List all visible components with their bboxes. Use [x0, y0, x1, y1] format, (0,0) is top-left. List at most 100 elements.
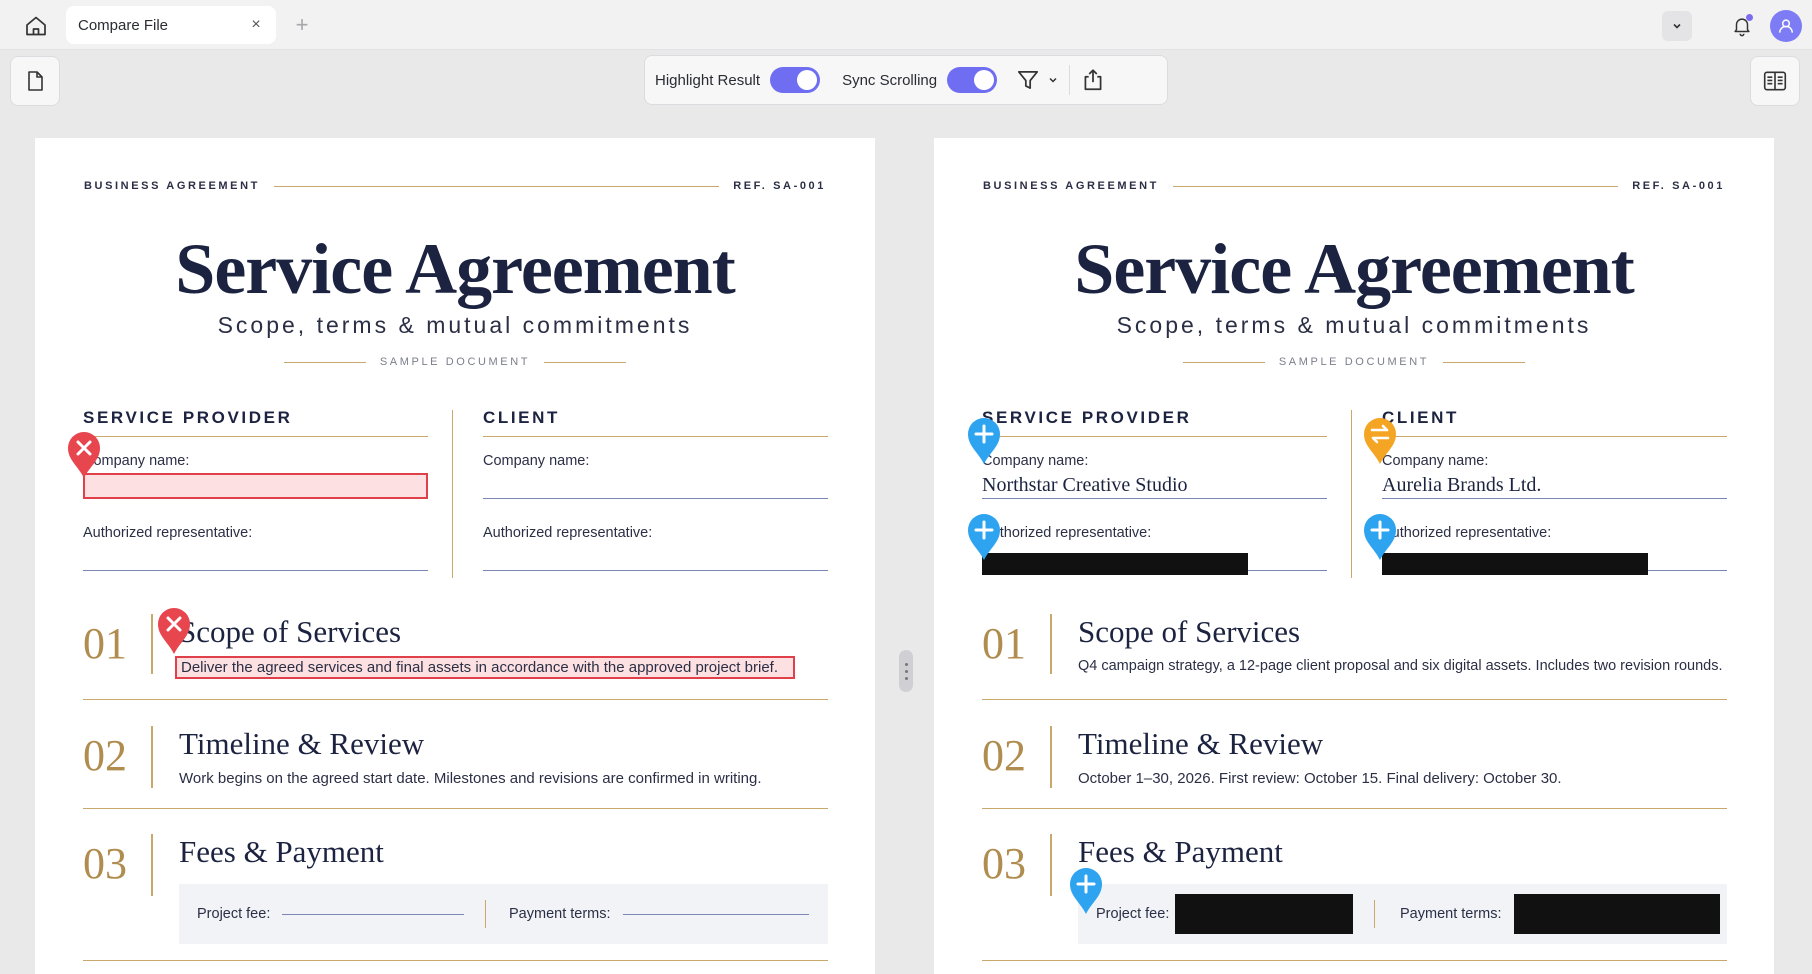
changed-marker[interactable]	[1360, 414, 1400, 466]
home-icon	[26, 16, 46, 36]
added-marker[interactable]	[964, 414, 1004, 466]
rule	[1443, 361, 1525, 363]
section-number: 02	[982, 731, 1026, 780]
swap-pin-icon	[1364, 418, 1396, 464]
section-number: 01	[982, 619, 1026, 668]
section-number: 03	[982, 839, 1026, 888]
section-bar	[151, 726, 153, 788]
service-provider-block: SERVICE PROVIDER Company name: Authorize…	[83, 408, 428, 571]
sync-scrolling-toggle[interactable]	[947, 67, 998, 93]
header-label: BUSINESS AGREEMENT	[84, 180, 260, 192]
authorized-rep-field	[483, 545, 828, 571]
toggle-knob	[797, 70, 818, 90]
user-avatar[interactable]	[1770, 10, 1802, 42]
new-tab-button[interactable]: +	[290, 12, 314, 38]
party-divider	[452, 410, 453, 578]
company-name-value: Northstar Creative Studio	[982, 473, 1327, 499]
section-bar	[151, 614, 153, 674]
deleted-marker[interactable]	[64, 428, 104, 480]
notifications-button[interactable]	[1726, 10, 1758, 42]
header-ref: REF. SA-001	[733, 180, 826, 192]
section-number: 03	[83, 839, 127, 888]
section-bar	[1050, 834, 1052, 896]
authorized-rep-label: Authorized representative:	[1382, 525, 1552, 541]
section-bar	[1050, 614, 1052, 674]
added-marker[interactable]	[1360, 510, 1400, 562]
compare-toolbar: Highlight Result Sync Scrolling	[644, 55, 1168, 105]
highlight-result-label: Highlight Result	[655, 71, 761, 89]
party-divider	[1351, 410, 1352, 578]
rule	[1183, 361, 1265, 363]
document-header: BUSINESS AGREEMENT REF. SA-001	[983, 180, 1725, 192]
sample-label-row: SAMPLE DOCUMENT	[270, 356, 640, 368]
share-icon	[1084, 69, 1102, 91]
section-bar	[1050, 726, 1052, 788]
authorized-rep-field	[982, 545, 1327, 575]
party-title: SERVICE PROVIDER	[83, 408, 428, 437]
section-01: 01 Scope of Services Deliver the agreed …	[83, 608, 828, 700]
sample-label: SAMPLE DOCUMENT	[1278, 356, 1430, 368]
header-ref: REF. SA-001	[1632, 180, 1725, 192]
section-title: Fees & Payment	[179, 834, 384, 869]
grip-dot	[904, 676, 908, 680]
project-fee-line	[282, 913, 465, 915]
added-marker[interactable]	[964, 510, 1004, 562]
section-body: Work begins on the agreed start date. Mi…	[179, 770, 762, 787]
highlight-result-toggle[interactable]	[770, 67, 821, 93]
tab-compare-file[interactable]: Compare File ×	[66, 6, 276, 44]
filter-icon	[1018, 71, 1039, 89]
header-label: BUSINESS AGREEMENT	[983, 180, 1159, 192]
party-title: CLIENT	[1382, 408, 1727, 437]
payment-terms-label: Payment terms:	[509, 906, 611, 922]
title-bar: Compare File × +	[0, 0, 1812, 50]
deleted-marker[interactable]	[154, 604, 194, 656]
plus-pin-icon	[1070, 868, 1102, 914]
authorized-rep-label: Authorized representative:	[483, 525, 653, 541]
company-name-label: Company name:	[1382, 453, 1489, 469]
service-provider-block: SERVICE PROVIDER Company name: Northstar…	[982, 408, 1327, 575]
fee-divider	[485, 900, 486, 928]
grip-dot	[904, 662, 908, 666]
plus-pin-icon	[1364, 514, 1396, 560]
chevron-down-icon	[1049, 77, 1057, 83]
client-block: CLIENT Company name: Aurelia Brands Ltd.…	[1382, 408, 1727, 575]
original-document: BUSINESS AGREEMENT REF. SA-001 Service A…	[35, 138, 875, 974]
authorized-rep-label: Authorized representative:	[982, 525, 1152, 541]
client-block: CLIENT Company name: Authorized represen…	[483, 408, 828, 571]
document-title: Service Agreement	[1074, 229, 1634, 309]
section-body: Q4 campaign strategy, a 12-page client p…	[1078, 658, 1723, 674]
company-name-value: Aurelia Brands Ltd.	[1382, 473, 1727, 499]
window-menu-button[interactable]	[1662, 11, 1692, 41]
party-title: CLIENT	[483, 408, 828, 437]
export-button[interactable]	[1080, 67, 1106, 93]
section-number: 02	[83, 731, 127, 780]
project-fee-label: Project fee:	[197, 906, 271, 922]
fee-divider	[1374, 900, 1375, 928]
home-button[interactable]	[16, 10, 56, 42]
payment-terms-line	[622, 913, 809, 915]
document-subtitle: Scope, terms & mutual commitments	[1116, 312, 1592, 338]
side-by-side-view-button[interactable]	[1750, 56, 1800, 106]
section-02: 02 Timeline & Review Work begins on the …	[83, 708, 828, 809]
filter-button[interactable]	[1015, 67, 1059, 93]
authorized-rep-label: Authorized representative:	[83, 525, 253, 541]
rule	[284, 361, 366, 363]
pane-splitter-handle[interactable]	[899, 650, 913, 692]
document-subtitle: Scope, terms & mutual commitments	[217, 312, 693, 338]
redaction-box	[1175, 894, 1354, 934]
fees-box: Project fee: Payment terms:	[1078, 884, 1727, 944]
authorized-rep-field	[83, 545, 428, 571]
document-header: BUSINESS AGREEMENT REF. SA-001	[84, 180, 826, 192]
section-title: Fees & Payment	[1078, 834, 1283, 869]
x-pin-icon	[68, 432, 100, 478]
payment-terms-item: Payment terms:	[509, 884, 809, 944]
tab-close-button[interactable]: ×	[246, 15, 266, 35]
header-rule	[273, 185, 720, 187]
grip-dot	[904, 669, 908, 673]
company-name-label: Company name:	[83, 453, 190, 469]
sample-label-row: SAMPLE DOCUMENT	[1169, 356, 1539, 368]
file-panel-button[interactable]	[10, 56, 60, 106]
document-title: Service Agreement	[175, 229, 735, 309]
added-marker[interactable]	[1066, 864, 1106, 916]
rule	[544, 361, 626, 363]
